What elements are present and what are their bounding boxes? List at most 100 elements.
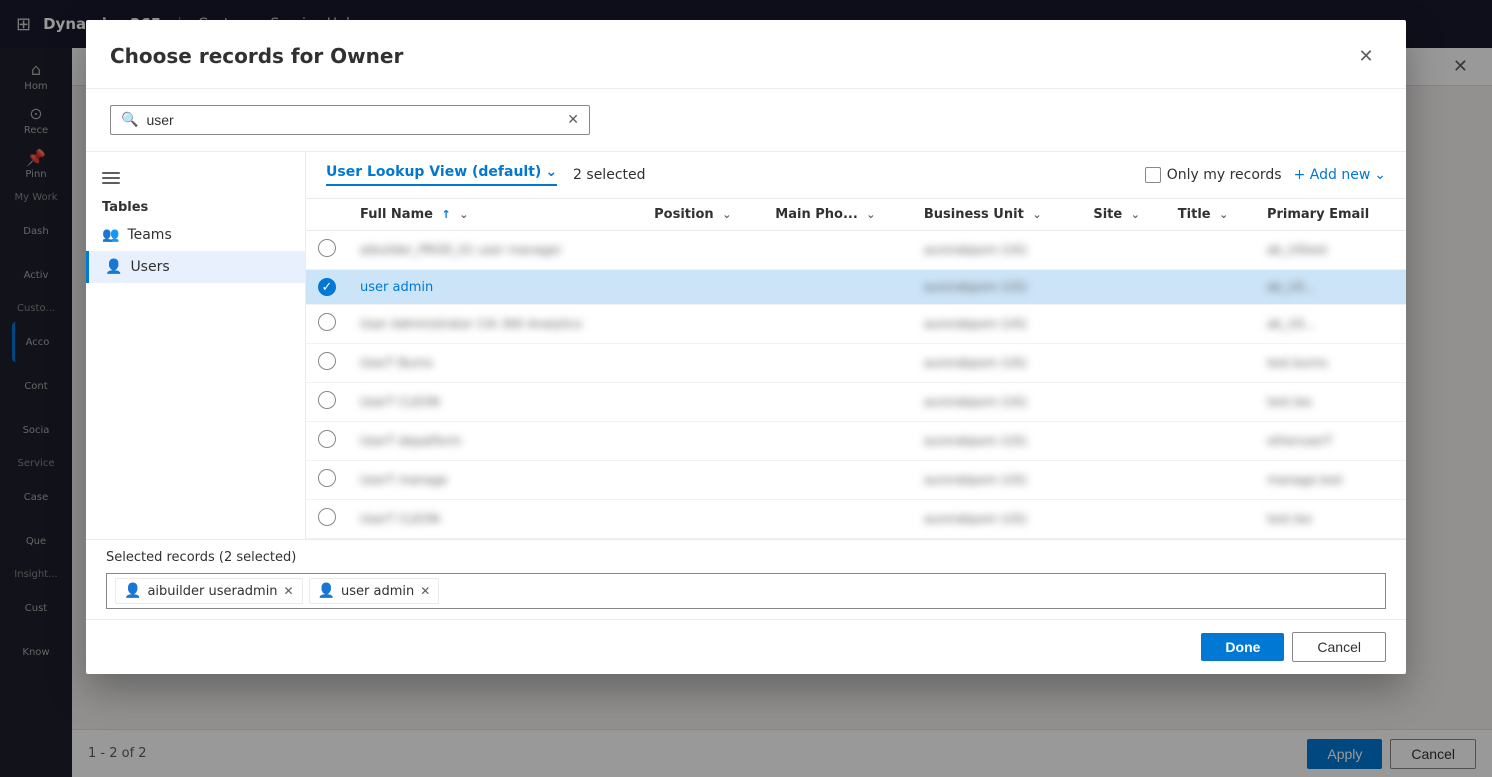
row-position-2 <box>642 270 763 305</box>
row-title-2 <box>1166 270 1255 305</box>
position-filter-icon[interactable]: ⌄ <box>722 208 731 221</box>
row-radio-6[interactable] <box>318 430 336 448</box>
main-phone-filter-icon[interactable]: ⌄ <box>866 208 875 221</box>
row-bu-4: aurorabpom (US) <box>912 344 1081 383</box>
row-site-6 <box>1081 422 1165 461</box>
row-site-2 <box>1081 270 1165 305</box>
search-input[interactable] <box>146 112 567 128</box>
table-row: UserT CLEON aurorabpom (US) <box>306 500 1406 539</box>
teams-label: Teams <box>127 227 171 243</box>
row-email-7: manage.test <box>1255 461 1406 500</box>
row-radio-4[interactable] <box>318 352 336 370</box>
cancel-modal-button[interactable]: Cancel <box>1292 632 1386 662</box>
data-table: Full Name ↑ ⌄ Position ⌄ <box>306 199 1406 539</box>
col-business-unit[interactable]: Business Unit ⌄ <box>912 199 1081 231</box>
table-content: User Lookup View (default) ⌄ 2 selected … <box>306 152 1406 539</box>
row-phone-5 <box>763 383 912 422</box>
done-button[interactable]: Done <box>1201 633 1284 661</box>
app-background: ⊞ Dynamics 365 | Customer Service Hub ⌂ … <box>0 0 1492 777</box>
row-title-5 <box>1166 383 1255 422</box>
row-site-7 <box>1081 461 1165 500</box>
row-select-cell[interactable] <box>306 461 348 500</box>
row-radio-3[interactable] <box>318 313 336 331</box>
users-table: Full Name ↑ ⌄ Position ⌄ <box>306 199 1406 539</box>
modal-overlay: Choose records for Owner ✕ 🔍 ✕ <box>0 0 1492 777</box>
modal-body: Tables 👥 Teams 👤 Users <box>86 152 1406 539</box>
row-phone-7 <box>763 461 912 500</box>
table-row: aibuilder_PROD_01 user manager aurorabpo… <box>306 231 1406 270</box>
table-row: UserT Burns aurorabpom (US) <box>306 344 1406 383</box>
add-new-button[interactable]: + Add new ⌄ <box>1294 167 1386 183</box>
search-clear-icon[interactable]: ✕ <box>567 112 579 128</box>
row-title-6 <box>1166 422 1255 461</box>
row-select-cell[interactable] <box>306 231 348 270</box>
row-email-2: ab_US... <box>1255 270 1406 305</box>
row-email-3: ab_US... <box>1255 305 1406 344</box>
sidebar-item-teams[interactable]: 👥 Teams <box>86 219 305 251</box>
hamburger-icon[interactable] <box>102 172 120 184</box>
row-select-cell[interactable] <box>306 500 348 539</box>
only-my-records-toggle[interactable]: Only my records <box>1145 167 1282 183</box>
row-select-cell[interactable]: ✓ <box>306 270 348 305</box>
selected-count: 2 selected <box>573 167 645 183</box>
modal-close-button[interactable]: ✕ <box>1350 40 1382 72</box>
site-filter-icon[interactable]: ⌄ <box>1131 208 1140 221</box>
selected-records-bar: Selected records (2 selected) 👤 aibuilde… <box>86 539 1406 619</box>
row-position-6 <box>642 422 763 461</box>
col-full-name[interactable]: Full Name ↑ ⌄ <box>348 199 642 231</box>
view-name: User Lookup View (default) <box>326 164 541 180</box>
full-name-filter-icon[interactable]: ⌄ <box>459 208 468 221</box>
col-main-phone[interactable]: Main Pho... ⌄ <box>763 199 912 231</box>
view-selector[interactable]: User Lookup View (default) ⌄ <box>326 164 557 186</box>
tables-label: Tables <box>86 192 305 219</box>
sort-ascending-icon[interactable]: ↑ <box>441 208 450 221</box>
row-select-cell[interactable] <box>306 383 348 422</box>
row-site-4 <box>1081 344 1165 383</box>
row-select-cell[interactable] <box>306 422 348 461</box>
add-new-label: + Add new <box>1294 167 1371 183</box>
row-full-name-5: UserT CLEON <box>348 383 642 422</box>
table-toolbar: User Lookup View (default) ⌄ 2 selected … <box>306 152 1406 199</box>
title-filter-icon[interactable]: ⌄ <box>1219 208 1228 221</box>
row-full-name-4: UserT Burns <box>348 344 642 383</box>
chip2-remove-button[interactable]: ✕ <box>420 584 430 598</box>
row-select-cell[interactable] <box>306 305 348 344</box>
row-email-5: test.leo <box>1255 383 1406 422</box>
row-radio-8[interactable] <box>318 508 336 526</box>
row-radio-5[interactable] <box>318 391 336 409</box>
user-admin-link[interactable]: user admin <box>360 280 433 295</box>
col-primary-email[interactable]: Primary Email <box>1255 199 1406 231</box>
row-site-5 <box>1081 383 1165 422</box>
sidebar-item-users[interactable]: 👤 Users <box>86 251 305 283</box>
table-row: User Administrator CIA 360 Analytics aur… <box>306 305 1406 344</box>
row-radio-1[interactable] <box>318 239 336 257</box>
table-header: Full Name ↑ ⌄ Position ⌄ <box>306 199 1406 231</box>
row-bu-3: aurorabpom (US) <box>912 305 1081 344</box>
row-email-6: otheruserT <box>1255 422 1406 461</box>
row-radio-7[interactable] <box>318 469 336 487</box>
row-position-1 <box>642 231 763 270</box>
tables-header <box>86 164 305 192</box>
business-unit-filter-icon[interactable]: ⌄ <box>1032 208 1041 221</box>
col-site[interactable]: Site ⌄ <box>1081 199 1165 231</box>
col-title[interactable]: Title ⌄ <box>1166 199 1255 231</box>
row-title-3 <box>1166 305 1255 344</box>
col-title-label: Title <box>1178 207 1211 222</box>
only-my-records-checkbox[interactable] <box>1145 167 1161 183</box>
chip1-remove-button[interactable]: ✕ <box>284 584 294 598</box>
row-position-4 <box>642 344 763 383</box>
row-full-name-7: UserT manage <box>348 461 642 500</box>
table-body: aibuilder_PROD_01 user manager aurorabpo… <box>306 231 1406 539</box>
search-container: 🔍 ✕ <box>86 89 1406 152</box>
col-position[interactable]: Position ⌄ <box>642 199 763 231</box>
row-full-name-3: User Administrator CIA 360 Analytics <box>348 305 642 344</box>
col-full-name-label: Full Name <box>360 207 433 222</box>
row-select-cell[interactable] <box>306 344 348 383</box>
search-box: 🔍 ✕ <box>110 105 590 135</box>
row-email-8: test.leo <box>1255 500 1406 539</box>
selected-chips-container: 👤 aibuilder useradmin ✕ 👤 user admin ✕ <box>106 573 1386 609</box>
row-title-8 <box>1166 500 1255 539</box>
row-bu-1: aurorabpom (US) <box>912 231 1081 270</box>
row-radio-2[interactable]: ✓ <box>318 278 336 296</box>
row-full-name-8: UserT CLEON <box>348 500 642 539</box>
